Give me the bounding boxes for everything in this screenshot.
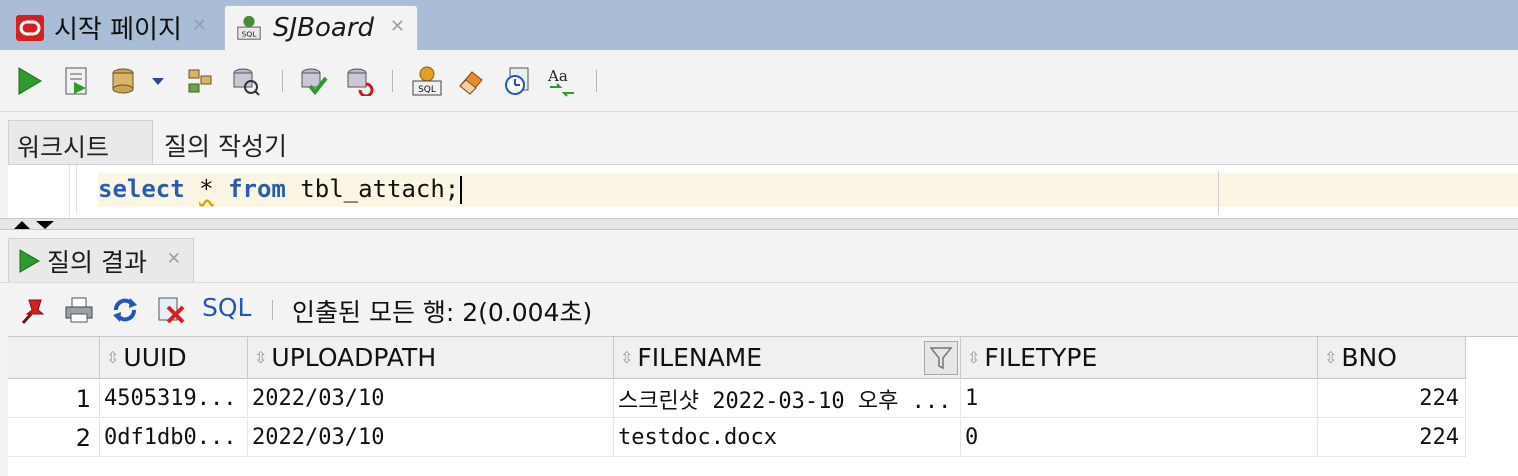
oracle-icon xyxy=(16,14,44,42)
results-toolbar: SQL 인출된 모든 행: 2(0.004초) xyxy=(0,282,1518,334)
line-gutter xyxy=(8,165,70,221)
keyword-select: select xyxy=(98,175,185,203)
row-number[interactable]: 1 xyxy=(8,380,100,418)
results-grid: ⇳ UUID ⇳ UPLOADPATH ⇳ FILENAME ⇳ FILETYPE ⇳ B… xyxy=(8,336,1518,476)
text-caret xyxy=(460,176,463,204)
commit-icon[interactable] xyxy=(106,64,140,98)
table-cell-bno[interactable]: 224 xyxy=(1318,419,1466,457)
column-header-uuid[interactable]: ⇳ UUID xyxy=(100,337,248,379)
text-case-icon[interactable]: Aa xyxy=(546,64,580,98)
column-header-filetype[interactable]: ⇳ FILETYPE xyxy=(961,337,1318,379)
fetch-status: 인출된 모든 행: 2(0.004초) xyxy=(292,298,593,327)
chevron-down-icon[interactable] xyxy=(146,64,170,98)
sort-icon[interactable]: ⇳ xyxy=(106,348,119,367)
result-tab-label: 질의 결과 xyxy=(47,247,147,277)
commit-check-icon[interactable] xyxy=(296,64,330,98)
column-header-label: BNO xyxy=(1341,343,1397,372)
svg-text:SQL: SQL xyxy=(418,85,436,95)
autotrace-icon[interactable] xyxy=(228,64,262,98)
sort-icon[interactable]: ⇳ xyxy=(1324,348,1337,367)
column-header-label: UUID xyxy=(123,343,187,372)
table-cell-filetype[interactable]: 0 xyxy=(961,419,1318,457)
table-cell-filename[interactable]: testdoc.docx xyxy=(614,419,961,457)
query-results-panel: 질의 결과 ✕ SQL 인출된 모든 행: 2(0.004초) ⇳ UUID ⇳ U… xyxy=(0,230,1518,476)
wildcard-star: * xyxy=(199,175,214,203)
table-cell-uploadpath[interactable]: 2022/03/10 xyxy=(248,380,614,418)
worksheet-editor-area: 워크시트 질의 작성기 select * from tbl_attach; xyxy=(0,112,1518,221)
toolbar-separator xyxy=(392,70,393,92)
tab-sjboard[interactable]: SQL SJBoard ✕ xyxy=(224,5,418,50)
sort-icon[interactable]: ⇳ xyxy=(967,348,980,367)
editor-subtabs: 워크시트 질의 작성기 xyxy=(8,120,1518,170)
sql-editor[interactable]: select * from tbl_attach; xyxy=(8,164,1518,221)
tab-start-page[interactable]: 시작 페이지 ✕ xyxy=(6,5,219,50)
svg-text:SQL: SQL xyxy=(242,29,258,38)
tab-query-builder[interactable]: 질의 작성기 xyxy=(164,120,287,170)
print-icon[interactable] xyxy=(62,293,96,327)
tab-label: 시작 페이지 xyxy=(54,15,182,45)
pin-icon[interactable] xyxy=(16,293,50,327)
table-cell-uuid[interactable]: 0df1db0... xyxy=(100,419,248,457)
explain-plan-icon[interactable] xyxy=(184,64,218,98)
run-script-icon[interactable] xyxy=(60,64,94,98)
sql-tuning-icon[interactable]: SQL xyxy=(410,64,444,98)
table-cell-bno[interactable]: 224 xyxy=(1318,380,1466,418)
row-number[interactable]: 2 xyxy=(8,419,100,457)
cancel-query-icon[interactable] xyxy=(154,293,188,327)
tab-label: SJBoard xyxy=(273,13,375,43)
table-cell-filename[interactable]: 스크린샷 2022-03-10 오후 ... xyxy=(614,380,961,418)
keyword-from: from xyxy=(228,175,286,203)
column-header-uploadpath[interactable]: ⇳ UPLOADPATH xyxy=(248,337,614,379)
sql-code-line[interactable]: select * from tbl_attach; xyxy=(98,175,463,204)
column-header-filename[interactable]: ⇳ FILENAME xyxy=(614,337,961,379)
clear-eraser-icon[interactable] xyxy=(454,64,488,98)
toolbar-separator xyxy=(596,70,597,92)
column-header-label: FILENAME xyxy=(637,343,763,372)
close-icon[interactable]: ✕ xyxy=(192,15,207,36)
toolbar-separator xyxy=(272,300,273,320)
column-header-label: UPLOADPATH xyxy=(271,343,437,372)
table-cell-filetype[interactable]: 1 xyxy=(961,380,1318,418)
run-statement-icon[interactable] xyxy=(12,64,46,98)
row-number-header xyxy=(8,337,100,379)
tab-query-result[interactable]: 질의 결과 ✕ xyxy=(8,238,194,282)
svg-text:Aa: Aa xyxy=(547,67,568,85)
refresh-icon[interactable] xyxy=(108,293,142,327)
filter-icon[interactable] xyxy=(924,341,958,375)
tab-worksheet[interactable]: 워크시트 xyxy=(8,120,153,170)
worksheet-toolbar: SQL Aa xyxy=(0,50,1518,112)
panel-splitter[interactable] xyxy=(0,218,1518,230)
toolbar-separator xyxy=(282,70,283,92)
document-tab-bar: 시작 페이지 ✕ SQL SJBoard ✕ xyxy=(0,0,1518,50)
right-margin-guide xyxy=(1218,171,1219,215)
sql-link[interactable]: SQL xyxy=(202,293,251,322)
column-header-label: FILETYPE xyxy=(984,343,1098,372)
sql-worksheet-icon: SQL xyxy=(235,14,263,42)
table-cell-uploadpath[interactable]: 2022/03/10 xyxy=(248,419,614,457)
rollback-icon[interactable] xyxy=(342,64,376,98)
column-header-bno[interactable]: ⇳ BNO xyxy=(1318,337,1466,379)
sort-icon[interactable]: ⇳ xyxy=(620,348,633,367)
close-icon[interactable]: ✕ xyxy=(167,249,181,269)
close-icon[interactable]: ✕ xyxy=(390,16,405,37)
gutter-divider xyxy=(76,165,77,213)
sort-icon[interactable]: ⇳ xyxy=(254,348,267,367)
table-cell-uuid[interactable]: 4505319... xyxy=(100,380,248,418)
history-icon[interactable] xyxy=(500,64,534,98)
code-table-name: tbl_attach; xyxy=(285,175,460,203)
run-statement-icon xyxy=(17,248,41,274)
